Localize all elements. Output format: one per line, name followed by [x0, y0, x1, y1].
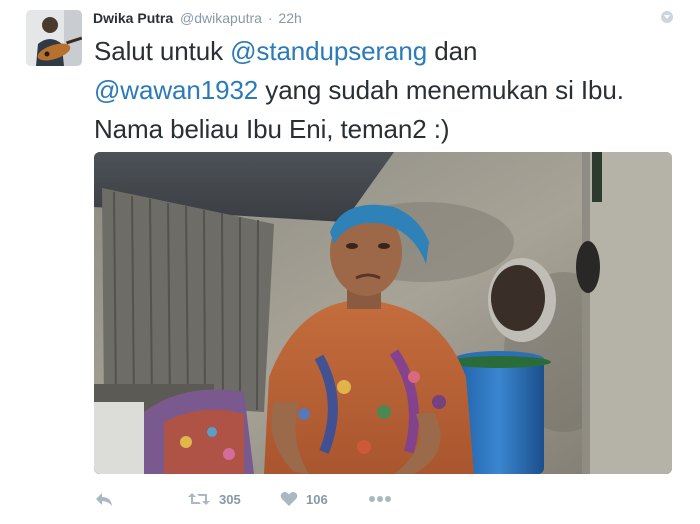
more-button[interactable] — [369, 484, 391, 514]
tweet-header: Dwika Putra @dwikaputra · 22h — [93, 9, 302, 27]
author-avatar[interactable] — [26, 10, 82, 66]
more-options-caret-icon[interactable] — [661, 11, 673, 23]
tweet-text-part: Salut untuk — [94, 36, 231, 66]
author-name[interactable]: Dwika Putra — [93, 10, 173, 26]
tweet-text: Salut untuk @standupserang dan @wawan193… — [94, 32, 684, 149]
like-button[interactable]: 106 — [280, 484, 328, 514]
tweet-actions: 305 106 — [94, 484, 514, 514]
retweet-button[interactable]: 305 — [187, 484, 241, 514]
mention-link-wawan1932[interactable]: @wawan1932 — [94, 75, 258, 105]
retweet-count: 305 — [219, 491, 241, 507]
tweet-photo[interactable] — [94, 152, 672, 474]
retweet-icon — [188, 493, 210, 505]
more-icon — [369, 496, 391, 502]
tweet-timestamp[interactable]: 22h — [278, 10, 301, 26]
like-count: 106 — [306, 491, 328, 507]
author-handle[interactable]: @dwikaputra — [180, 10, 262, 26]
header-separator: · — [267, 10, 273, 26]
tweet-card: Dwika Putra @dwikaputra · 22h Salut untu… — [0, 0, 700, 524]
heart-icon — [280, 492, 298, 506]
reply-button[interactable] — [94, 484, 114, 514]
tweet-text-part: dan — [427, 36, 478, 66]
reply-icon — [96, 493, 112, 506]
mention-link-standupserang[interactable]: @standupserang — [230, 36, 427, 66]
